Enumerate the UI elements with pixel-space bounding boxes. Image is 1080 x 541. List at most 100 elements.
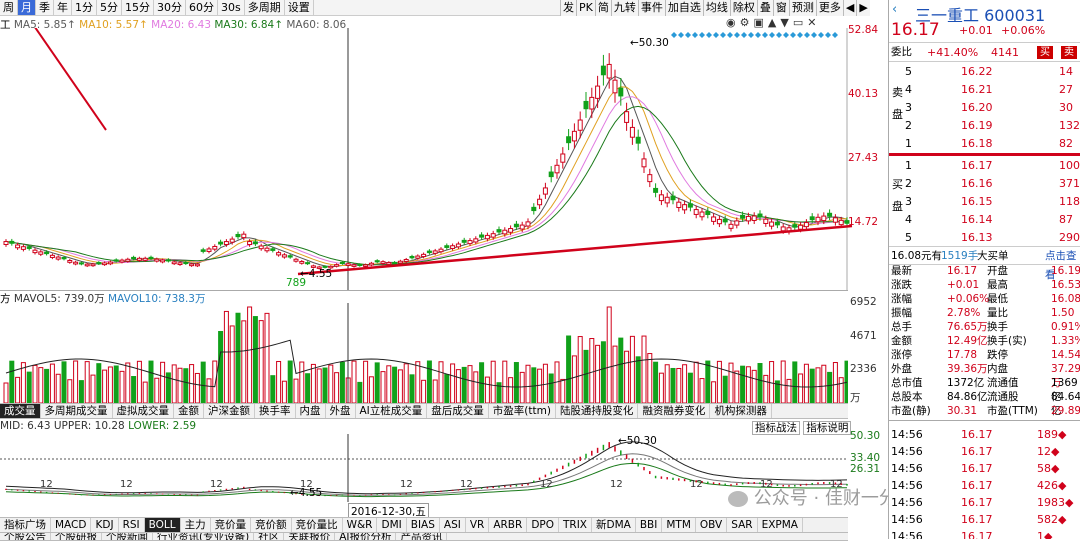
tick-volume: 1◆ xyxy=(1037,527,1052,539)
tab-after-hours[interactable]: 盘后成交量 xyxy=(427,404,489,418)
period-60min[interactable]: 60分 xyxy=(186,0,218,15)
tab-boll[interactable]: BOLL xyxy=(144,518,181,532)
buy-tag[interactable]: 买 xyxy=(1037,46,1053,59)
indicator-help-button[interactable]: 指标说明 xyxy=(803,421,852,435)
tool-overlay[interactable]: 叠 xyxy=(756,0,773,16)
volume-chart[interactable] xyxy=(0,303,848,403)
candle xyxy=(502,229,508,235)
kline-chart[interactable]: ←50.30←4.55789 xyxy=(0,28,888,290)
tool-fa[interactable]: 发 xyxy=(560,0,576,16)
tab-ai-analysis[interactable]: AI报价分析 xyxy=(335,533,397,540)
period-5min[interactable]: 5分 xyxy=(97,0,122,15)
tab-wr[interactable]: W&R xyxy=(343,518,378,532)
tool-pk[interactable]: PK xyxy=(576,0,595,16)
tab-bbi[interactable]: BBI xyxy=(636,518,663,532)
period-season[interactable]: 季 xyxy=(36,0,54,15)
sell-level-5[interactable]: 5 16.22 14 xyxy=(889,62,1080,81)
tab-expma[interactable]: EXPMA xyxy=(758,518,803,532)
tab-rsi[interactable]: RSI xyxy=(119,518,145,532)
price-axis: 52.84 40.13 27.43 14.72 xyxy=(848,24,888,290)
tab-auction-vol[interactable]: 竞价量 xyxy=(211,518,252,532)
tab-auction-amt[interactable]: 竞价额 xyxy=(251,518,292,532)
period-month[interactable]: 月 xyxy=(18,0,36,15)
candle xyxy=(84,263,90,267)
tab-margin[interactable]: 融资融券变化 xyxy=(638,404,711,418)
tab-related-quote[interactable]: 关联报价 xyxy=(284,533,336,540)
tab-kdj[interactable]: KDJ xyxy=(91,518,119,532)
sell-tag[interactable]: 卖 xyxy=(1061,46,1077,59)
tool-events[interactable]: 事件 xyxy=(637,0,665,16)
tool-add-watchlist[interactable]: 加自选 xyxy=(664,0,703,16)
tab-new-dma[interactable]: 新DMA xyxy=(592,518,636,532)
candle xyxy=(386,262,392,265)
tab-mtm[interactable]: MTM xyxy=(662,518,696,532)
tab-auction-ratio[interactable]: 竞价量比 xyxy=(292,518,343,532)
tab-dmi[interactable]: DMI xyxy=(377,518,407,532)
tab-volume[interactable]: 成交量 xyxy=(0,404,41,418)
tab-hs-amount[interactable]: 沪深金额 xyxy=(204,404,255,418)
tab-announcement[interactable]: 个股公告 xyxy=(0,533,51,540)
period-30min[interactable]: 30分 xyxy=(154,0,186,15)
buy-level-1[interactable]: 1 16.17 100 xyxy=(889,156,1080,175)
period-week[interactable]: 周 xyxy=(0,0,18,15)
sell-level-2[interactable]: 2 16.19 132 xyxy=(889,116,1080,135)
tab-macd[interactable]: MACD xyxy=(51,518,92,532)
tool-exright[interactable]: 除权 xyxy=(729,0,757,16)
axis-40: 40.13 xyxy=(848,88,879,100)
period-15min[interactable]: 15分 xyxy=(122,0,154,15)
arrow-left-icon[interactable]: ◀ xyxy=(842,0,856,16)
tab-arbr[interactable]: ARBR xyxy=(489,518,528,532)
tool-simple[interactable]: 简 xyxy=(594,0,611,16)
tool-more[interactable]: 更多 xyxy=(815,0,843,16)
tab-inner[interactable]: 内盘 xyxy=(296,404,326,418)
indicator-strategy-button[interactable]: 指标战法 xyxy=(752,421,800,435)
settings-button[interactable]: 设置 xyxy=(285,0,314,15)
tab-pe-ttm[interactable]: 市盈率(ttm) xyxy=(489,404,556,418)
buy-level-4[interactable]: 4 16.14 87 xyxy=(889,210,1080,229)
tab-product-info[interactable]: 产品资讯 xyxy=(396,533,448,540)
tab-vr[interactable]: VR xyxy=(466,518,490,532)
tab-main-force[interactable]: 主力 xyxy=(181,518,211,532)
sell-level-1[interactable]: 1 16.18 82 xyxy=(889,134,1080,153)
tab-hk-connect[interactable]: 陆股通持股变化 xyxy=(556,404,639,418)
period-1min[interactable]: 1分 xyxy=(72,0,97,15)
tab-obv[interactable]: OBV xyxy=(696,518,728,532)
period-year[interactable]: 年 xyxy=(54,0,72,15)
tab-asi[interactable]: ASI xyxy=(440,518,466,532)
tool-window[interactable]: 窗 xyxy=(772,0,789,16)
tool-nine-turn[interactable]: 九转 xyxy=(610,0,638,16)
tab-bias[interactable]: BIAS xyxy=(407,518,440,532)
period-30s[interactable]: 30s xyxy=(218,0,245,15)
tab-news[interactable]: 个股新闻 xyxy=(102,533,153,540)
tab-virtual-volume[interactable]: 虚拟成交量 xyxy=(113,404,174,418)
tab-indicator-square[interactable]: 指标广场 xyxy=(0,518,51,532)
sell-level-3[interactable]: 3 16.20 30 xyxy=(889,98,1080,117)
candle xyxy=(20,246,26,250)
arrow-left-icon[interactable]: ‹ xyxy=(892,2,897,17)
level-num: 5 xyxy=(905,231,912,244)
tab-dpo[interactable]: DPO xyxy=(527,518,559,532)
candle xyxy=(803,222,809,228)
stat-value: 16.17 xyxy=(947,265,978,277)
tool-ma[interactable]: 均线 xyxy=(702,0,730,16)
tab-trix[interactable]: TRIX xyxy=(559,518,592,532)
tab-multi-volume[interactable]: 多周期成交量 xyxy=(41,404,113,418)
tab-amount[interactable]: 金额 xyxy=(174,404,204,418)
tab-turnover[interactable]: 换手率 xyxy=(255,404,296,418)
sell-level-4[interactable]: 4 16.21 27 xyxy=(889,80,1080,99)
tab-sar[interactable]: SAR xyxy=(727,518,758,532)
multi-period-button[interactable]: 多周期 xyxy=(245,0,285,15)
buy-level-5[interactable]: 5 16.13 290 xyxy=(889,228,1080,247)
tool-forecast[interactable]: 预测 xyxy=(788,0,816,16)
tab-research[interactable]: 个股研报 xyxy=(51,533,102,540)
volume-bar xyxy=(194,372,200,403)
tab-ai-volume[interactable]: AI立桩成交量 xyxy=(356,404,428,418)
buy-level-3[interactable]: 3 16.15 118 xyxy=(889,192,1080,211)
tab-community[interactable]: 社区 xyxy=(254,533,285,540)
boll-chart[interactable]: ←50.30←4.5512 12 12 12 12 12 12 12 12 12 12 xyxy=(0,434,848,502)
tab-institution[interactable]: 机构探测器 xyxy=(710,404,772,418)
tab-industry[interactable]: 行业资讯(专业设备) xyxy=(153,533,255,540)
buy-level-2[interactable]: 2 16.16 371 xyxy=(889,174,1080,193)
tab-outer[interactable]: 外盘 xyxy=(326,404,356,418)
arrow-right-icon[interactable]: ▶ xyxy=(856,0,869,16)
